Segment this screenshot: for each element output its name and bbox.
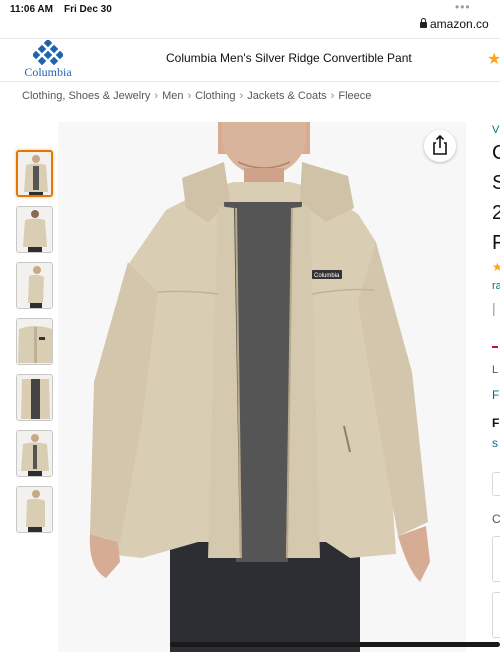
product-title-fragment: S (492, 172, 500, 194)
more-dots-icon[interactable]: ••• (455, 0, 471, 14)
columbia-logo[interactable]: Columbia (18, 40, 76, 80)
status-date: Fri Dec 30 (64, 4, 112, 15)
status-time: 11:06 AM (10, 4, 53, 15)
fleece-jacket-image: Columbia (58, 122, 466, 652)
columbia-diamond-icon (33, 40, 63, 66)
product-title-fragment: F (492, 232, 500, 254)
share-button[interactable] (424, 130, 456, 162)
breadcrumb: Clothing, Shoes & Jewelry › Men › Clothing › J… (22, 90, 371, 102)
brand-header: Columbia Columbia Men's Silver Ridge Con… (0, 38, 500, 82)
breadcrumb-item[interactable]: Clothing (195, 90, 235, 102)
thumbnail-image[interactable] (16, 430, 53, 477)
product-details-column: V C S 2 F ★ ra | L F F s C (489, 120, 500, 652)
thumbnail-image[interactable] (16, 150, 53, 197)
divider-icon: | (492, 300, 496, 316)
product-title-fragment: 2 (492, 202, 500, 224)
label-fragment: F (492, 416, 500, 430)
breadcrumb-item[interactable]: Men (162, 90, 183, 102)
option-box-edge[interactable] (492, 592, 500, 638)
option-box-edge[interactable] (492, 536, 500, 582)
logo-text: Columbia (24, 65, 72, 79)
thumbnail-image[interactable] (16, 262, 53, 309)
brand-link[interactable]: V (492, 124, 499, 136)
jacket-logo-text: Columbia (314, 273, 340, 279)
chevron-right-icon: › (330, 90, 335, 102)
breadcrumb-item[interactable]: Fleece (338, 90, 371, 102)
rating-star-icon: ★ (492, 260, 500, 274)
thumbnail-image[interactable] (16, 318, 53, 365)
chevron-right-icon: › (187, 90, 192, 102)
home-indicator[interactable] (170, 642, 500, 647)
main-product-image[interactable]: Columbia (58, 122, 466, 652)
lock-icon (420, 18, 427, 28)
address-bar[interactable]: amazon.co (420, 17, 489, 31)
url-text: amazon.co (430, 17, 489, 31)
chevron-right-icon: › (154, 90, 159, 102)
product-title-fragment: C (492, 142, 500, 164)
share-icon (433, 134, 447, 155)
list-price-fragment: L (492, 364, 499, 376)
status-bar: 11:06 AM Fri Dec 30 ••• amazon.co (0, 0, 500, 40)
star-icon: ★ (487, 51, 500, 68)
breadcrumb-item[interactable]: Jackets & Coats (247, 90, 326, 102)
price-dash (492, 346, 498, 348)
breadcrumb-item[interactable]: Clothing, Shoes & Jewelry (22, 90, 150, 102)
thumbnail-image[interactable] (16, 486, 53, 533)
label-fragment: C (492, 512, 500, 526)
thumbnail-image[interactable] (16, 206, 53, 253)
size-selector-edge[interactable] (492, 472, 500, 496)
chevron-right-icon: › (239, 90, 244, 102)
link-fragment[interactable]: F (492, 388, 499, 402)
thumbnail-image[interactable] (16, 374, 53, 421)
promoted-product-title[interactable]: Columbia Men's Silver Ridge Convertible … (166, 51, 412, 65)
link-fragment[interactable]: s (492, 436, 498, 450)
ratings-link[interactable]: ra (492, 280, 500, 292)
